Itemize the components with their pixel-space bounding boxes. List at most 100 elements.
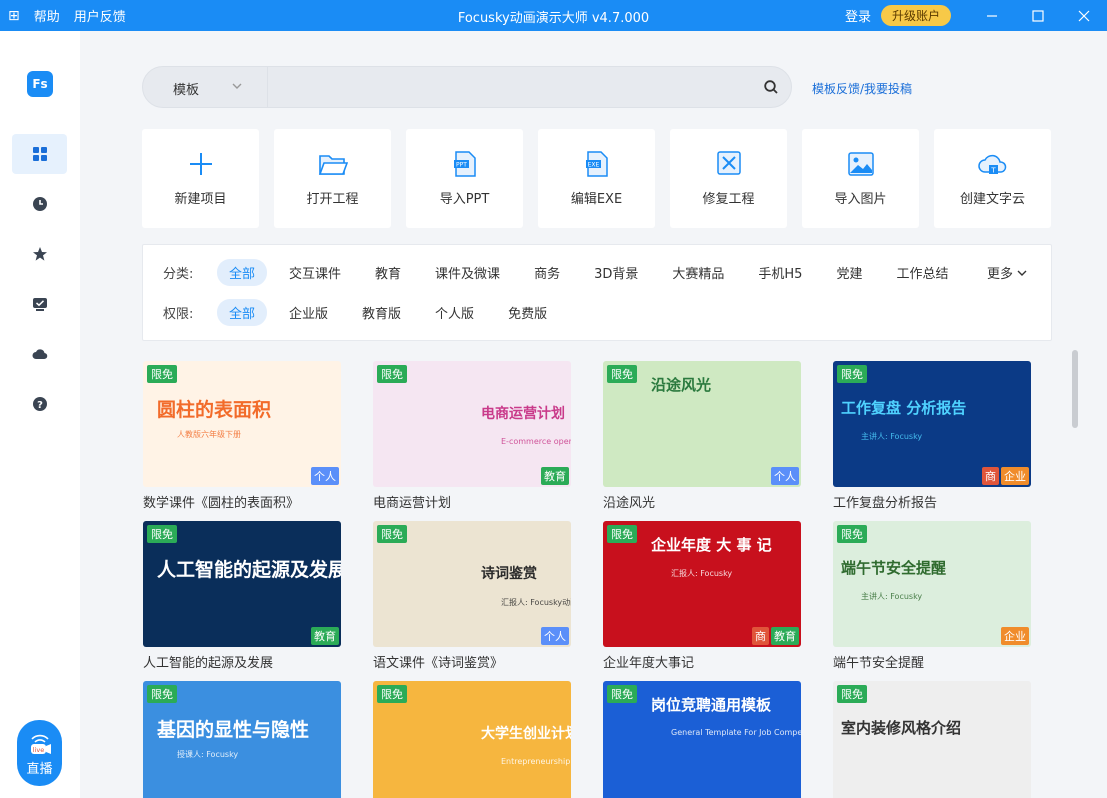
thumbnail-title: 诗词鉴赏 (481, 566, 537, 582)
category-chip[interactable]: 全部 (217, 259, 268, 286)
free-badge: 限免 (147, 685, 177, 703)
thumbnail-subtitle: 主讲人: Focusky (861, 592, 923, 601)
template-thumbnail[interactable]: 诗词鉴赏汇报人: Focusky动画演示大师 限免个人 (373, 521, 571, 647)
template-thumbnail[interactable]: 人工智能的起源及发展 限免 教育 (143, 521, 341, 647)
search-divider (267, 67, 268, 107)
maximize-icon[interactable] (1015, 0, 1061, 31)
template-thumbnail[interactable]: 电商运营计划 E-commerce operation plan 限免教育 (373, 361, 571, 487)
template-title[interactable]: 企业年度大事记 (603, 652, 801, 671)
thumbnail-title: 大学生创业计划书 (481, 726, 571, 742)
close-icon[interactable] (1061, 0, 1107, 31)
permission-chip[interactable]: 免费版 (496, 299, 559, 326)
open-project-button[interactable]: 打开工程 (274, 129, 391, 228)
template-thumbnail[interactable]: 室内装修风格介绍 限免 (833, 681, 1031, 798)
category-chip[interactable]: 党建 (824, 259, 874, 286)
category-chip[interactable]: 课件及微课 (423, 259, 512, 286)
permission-chip[interactable]: 企业版 (277, 299, 340, 326)
clock-icon (32, 197, 47, 211)
sidebar-item-templates[interactable] (12, 134, 67, 174)
upgrade-button[interactable]: 升级账户 (880, 5, 951, 26)
template-title[interactable]: 语文课件《诗词鉴赏》 (373, 652, 571, 671)
template-grid: 圆柱的表面积 人教版六年级下册 限免 个人 数学课件《圆柱的表面积》 电商运营计划 E-co… (143, 361, 1043, 798)
import-ppt-button[interactable]: PPT 导入PPT (406, 129, 523, 228)
permission-chip[interactable]: 个人版 (423, 299, 486, 326)
template-thumbnail[interactable]: 圆柱的表面积 人教版六年级下册 限免 个人 (143, 361, 341, 487)
thumbnail-subtitle: 授课人: Focusky (177, 750, 239, 759)
login-button[interactable]: 登录 (845, 6, 871, 25)
svg-text:?: ? (37, 400, 43, 411)
thumbnail-subtitle: General Template For Job Competition (671, 728, 801, 737)
template-card[interactable]: 室内装修风格介绍 限免 (833, 681, 1031, 798)
template-card[interactable]: 工作复盘 分析报告 主讲人: Focusky 限免商企业工作复盘分析报告 (833, 361, 1031, 511)
template-thumbnail[interactable]: 企业年度 大 事 记汇报人: Focusky 限免商教育 (603, 521, 801, 647)
template-thumbnail[interactable]: 大学生创业计划书 Entrepreneurship 限免 (373, 681, 571, 798)
thumbnail-subtitle: 汇报人: Focusky (671, 569, 733, 578)
free-badge: 限免 (607, 685, 637, 703)
template-card[interactable]: 基因的显性与隐性 授课人: Focusky 限免 (143, 681, 341, 798)
sidebar-item-recent[interactable] (12, 184, 67, 224)
thumbnail-title: 岗位竞聘通用模板 (651, 696, 772, 714)
live-stream-button[interactable]: live 直播 (17, 720, 62, 786)
category-chip[interactable]: 大赛精品 (660, 259, 736, 286)
template-card[interactable]: 人工智能的起源及发展 限免 教育人工智能的起源及发展 (143, 521, 341, 671)
category-chip[interactable]: 交互课件 (277, 259, 353, 286)
svg-text:live: live (32, 746, 43, 754)
template-feedback-link[interactable]: 模板反馈/我要投稿 (812, 80, 912, 97)
template-title[interactable]: 工作复盘分析报告 (833, 492, 1031, 511)
sidebar-item-tasks[interactable] (12, 284, 67, 324)
grid-icon (32, 147, 47, 161)
template-title[interactable]: 电商运营计划 (373, 492, 571, 511)
template-thumbnail[interactable]: 沿途风光 限免 个人 (603, 361, 801, 487)
template-card[interactable]: 电商运营计划E-commerce operation plan限免教育电商运营计… (373, 361, 571, 511)
template-title[interactable]: 数学课件《圆柱的表面积》 (143, 492, 341, 511)
template-title[interactable]: 端午节安全提醒 (833, 652, 1031, 671)
template-card[interactable]: 企业年度 大 事 记汇报人: Focusky 限免商教育企业年度大事记 (603, 521, 801, 671)
minimize-icon[interactable] (969, 0, 1015, 31)
template-thumbnail[interactable]: 基因的显性与隐性 授课人: Focusky 限免 (143, 681, 341, 798)
more-categories-button[interactable]: 更多 (987, 263, 1027, 282)
template-card[interactable]: 圆柱的表面积 人教版六年级下册 限免 个人数学课件《圆柱的表面积》 (143, 361, 341, 511)
import-image-button[interactable]: 导入图片 (802, 129, 919, 228)
repair-project-button[interactable]: 修复工程 (670, 129, 787, 228)
sidebar-item-favorites[interactable] (12, 234, 67, 274)
sidebar-item-help[interactable]: ? (12, 384, 67, 424)
template-card[interactable]: 岗位竞聘通用模板 General Template For Job Competi… (603, 681, 801, 798)
category-chip[interactable]: 商务 (522, 259, 572, 286)
template-thumbnail[interactable]: 岗位竞聘通用模板 General Template For Job Competi… (603, 681, 801, 798)
edit-exe-button[interactable]: EXE 编辑EXE (538, 129, 655, 228)
edition-tags: 商教育 (752, 627, 799, 645)
image-icon (847, 152, 874, 176)
sidebar-item-cloud[interactable] (12, 334, 67, 374)
thumbnail-title: 圆柱的表面积 (157, 399, 272, 421)
template-card[interactable]: 端午节安全提醒 主讲人: Focusky 限免 企业端午节安全提醒 (833, 521, 1031, 671)
template-card[interactable]: 大学生创业计划书 Entrepreneurship 限免 (373, 681, 571, 798)
template-card[interactable]: 诗词鉴赏汇报人: Focusky动画演示大师 限免个人语文课件《诗词鉴赏》 (373, 521, 571, 671)
category-chip[interactable]: 教育 (363, 259, 413, 286)
category-chip[interactable]: 手机H5 (746, 259, 814, 286)
scrollbar-thumb[interactable] (1072, 350, 1078, 428)
category-chip[interactable]: 3D背景 (582, 259, 650, 286)
ppt-file-icon: PPT (453, 151, 476, 177)
new-project-button[interactable]: 新建项目 (142, 129, 259, 228)
chevron-down-icon[interactable] (231, 80, 243, 92)
template-thumbnail[interactable]: 端午节安全提醒 主讲人: Focusky 限免 企业 (833, 521, 1031, 647)
edition-tags: 商企业 (982, 467, 1029, 485)
edition-tag: 企业 (1001, 467, 1029, 485)
create-word-cloud-button[interactable]: T 创建文字云 (934, 129, 1051, 228)
live-icon: live (30, 734, 51, 754)
folder-icon (318, 155, 348, 175)
edition-tag: 教育 (311, 627, 339, 645)
edition-tags: 教育 (541, 467, 569, 485)
category-chip[interactable]: 工作总结 (884, 259, 960, 286)
search-icon[interactable] (763, 79, 779, 95)
template-title[interactable]: 沿途风光 (603, 492, 801, 511)
template-title[interactable]: 人工智能的起源及发展 (143, 652, 341, 671)
template-card[interactable]: 沿途风光 限免 个人沿途风光 (603, 361, 801, 511)
permission-chip[interactable]: 全部 (217, 299, 268, 326)
template-thumbnail[interactable]: 工作复盘 分析报告 主讲人: Focusky 限免商企业 (833, 361, 1031, 487)
edition-tags: 个人 (541, 627, 569, 645)
search-input[interactable] (279, 76, 739, 98)
thumbnail-title: 室内装修风格介绍 (841, 719, 962, 737)
permission-chip[interactable]: 教育版 (350, 299, 413, 326)
search-category-select[interactable]: 模板 (173, 79, 199, 98)
